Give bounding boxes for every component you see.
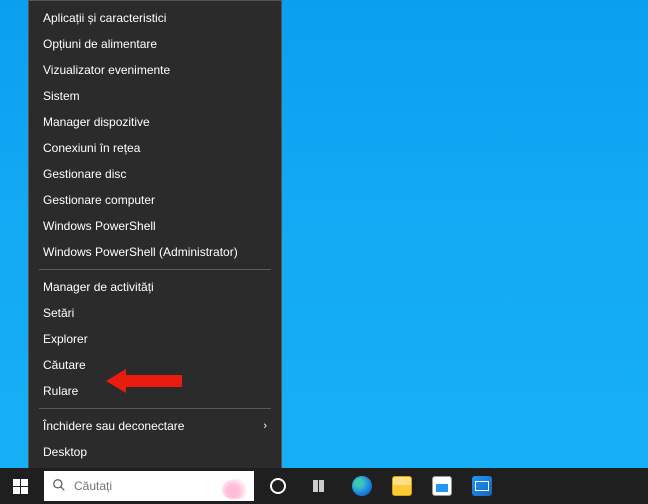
menu-label: Gestionare disc — [43, 167, 126, 181]
cortana-button[interactable] — [258, 468, 298, 504]
taskbar — [0, 468, 648, 504]
taskbar-app-edge[interactable] — [342, 468, 382, 504]
mail-icon — [472, 476, 492, 496]
menu-item-shutdown-signout[interactable]: Închidere sau deconectare › — [29, 413, 281, 439]
menu-item-system[interactable]: Sistem — [29, 83, 281, 109]
menu-item-settings[interactable]: Setări — [29, 300, 281, 326]
taskbar-app-file-explorer[interactable] — [382, 468, 422, 504]
menu-label: Windows PowerShell — [43, 219, 156, 233]
menu-label: Conexiuni în rețea — [43, 141, 140, 155]
menu-label: Gestionare computer — [43, 193, 155, 207]
search-input[interactable] — [74, 479, 246, 493]
taskbar-app-store[interactable] — [422, 468, 462, 504]
pinned-apps — [342, 468, 502, 504]
search-decoration-icon — [222, 479, 250, 499]
menu-item-event-viewer[interactable]: Vizualizator evenimente — [29, 57, 281, 83]
menu-label: Windows PowerShell (Administrator) — [43, 245, 238, 259]
menu-item-device-manager[interactable]: Manager dispozitive — [29, 109, 281, 135]
menu-label: Desktop — [43, 445, 87, 459]
folder-icon — [392, 476, 412, 496]
windows-logo-icon — [13, 479, 28, 494]
store-icon — [432, 476, 452, 496]
cortana-icon — [270, 478, 286, 494]
start-button[interactable] — [0, 468, 40, 504]
menu-item-power-options[interactable]: Opțiuni de alimentare — [29, 31, 281, 57]
taskbar-app-mail[interactable] — [462, 468, 502, 504]
taskbar-search-box[interactable] — [44, 471, 254, 501]
menu-label: Manager dispozitive — [43, 115, 150, 129]
menu-label: Închidere sau deconectare — [43, 419, 184, 433]
menu-item-search[interactable]: Căutare — [29, 352, 281, 378]
menu-label: Căutare — [43, 358, 86, 372]
menu-label: Explorer — [43, 332, 88, 346]
menu-label: Manager de activități — [43, 280, 154, 294]
menu-item-network-connections[interactable]: Conexiuni în rețea — [29, 135, 281, 161]
menu-item-run[interactable]: Rulare — [29, 378, 281, 404]
menu-item-explorer[interactable]: Explorer — [29, 326, 281, 352]
menu-divider — [39, 408, 271, 409]
task-view-icon — [313, 480, 324, 492]
menu-item-powershell-admin[interactable]: Windows PowerShell (Administrator) — [29, 239, 281, 265]
menu-label: Aplicații și caracteristici — [43, 11, 166, 25]
chevron-right-icon: › — [263, 420, 267, 432]
menu-label: Setări — [43, 306, 74, 320]
menu-label: Opțiuni de alimentare — [43, 37, 157, 51]
menu-label: Vizualizator evenimente — [43, 63, 170, 77]
menu-item-task-manager[interactable]: Manager de activități — [29, 274, 281, 300]
menu-item-powershell[interactable]: Windows PowerShell — [29, 213, 281, 239]
menu-label: Rulare — [43, 384, 78, 398]
menu-item-apps-features[interactable]: Aplicații și caracteristici — [29, 5, 281, 31]
menu-item-computer-management[interactable]: Gestionare computer — [29, 187, 281, 213]
task-view-button[interactable] — [298, 468, 338, 504]
search-icon — [52, 478, 66, 495]
menu-item-disk-management[interactable]: Gestionare disc — [29, 161, 281, 187]
menu-item-desktop[interactable]: Desktop — [29, 439, 281, 465]
edge-icon — [352, 476, 372, 496]
desktop[interactable]: Aplicații și caracteristici Opțiuni de a… — [0, 0, 648, 504]
menu-divider — [39, 269, 271, 270]
winx-context-menu: Aplicații și caracteristici Opțiuni de a… — [28, 0, 282, 470]
menu-label: Sistem — [43, 89, 80, 103]
